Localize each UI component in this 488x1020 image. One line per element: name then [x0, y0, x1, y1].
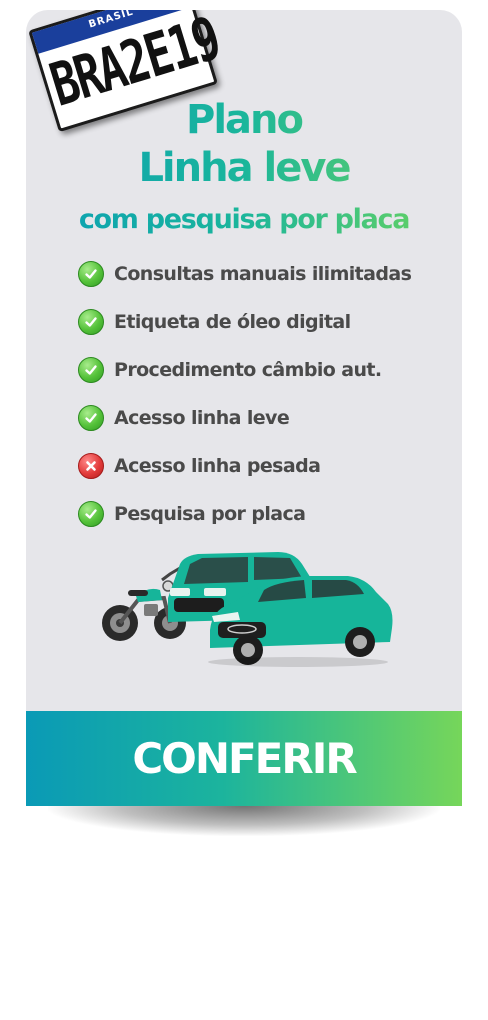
plan-title-line-2: Linha leve [26, 144, 462, 192]
feature-label: Acesso linha pesada [114, 455, 321, 477]
conferir-button[interactable]: CONFERIR [26, 711, 462, 806]
feature-label: Pesquisa por placa [114, 503, 306, 525]
feature-item: Acesso linha pesada [78, 442, 411, 490]
feature-label: Procedimento câmbio aut. [114, 359, 382, 381]
feature-label: Etiqueta de óleo digital [114, 311, 351, 333]
feature-item: Etiqueta de óleo digital [78, 298, 411, 346]
feature-list: Consultas manuais ilimitadas Etiqueta de… [78, 250, 412, 538]
check-icon [78, 261, 104, 287]
check-icon [78, 357, 104, 383]
feature-item: Acesso linha leve [78, 394, 411, 442]
check-icon [78, 309, 104, 335]
feature-label: Consultas manuais ilimitadas [114, 263, 412, 285]
license-plate-image: BRASIL BRA2E19 [26, 10, 227, 133]
feature-item: Procedimento câmbio aut. [78, 346, 411, 394]
feature-item: Consultas manuais ilimitadas [78, 250, 412, 298]
button-shadow [48, 806, 440, 836]
plan-subtitle: com pesquisa por placa [26, 202, 462, 238]
plan-title-line-1: Plano [26, 96, 462, 144]
plan-card: BRASIL BRA2E19 Plano Linha leve com pesq… [26, 10, 462, 806]
feature-item: Pesquisa por placa [78, 490, 411, 538]
vehicles-image [102, 552, 393, 667]
feature-label: Acesso linha leve [114, 407, 290, 429]
x-icon [78, 453, 104, 479]
check-icon [78, 405, 104, 431]
check-icon [78, 501, 104, 527]
